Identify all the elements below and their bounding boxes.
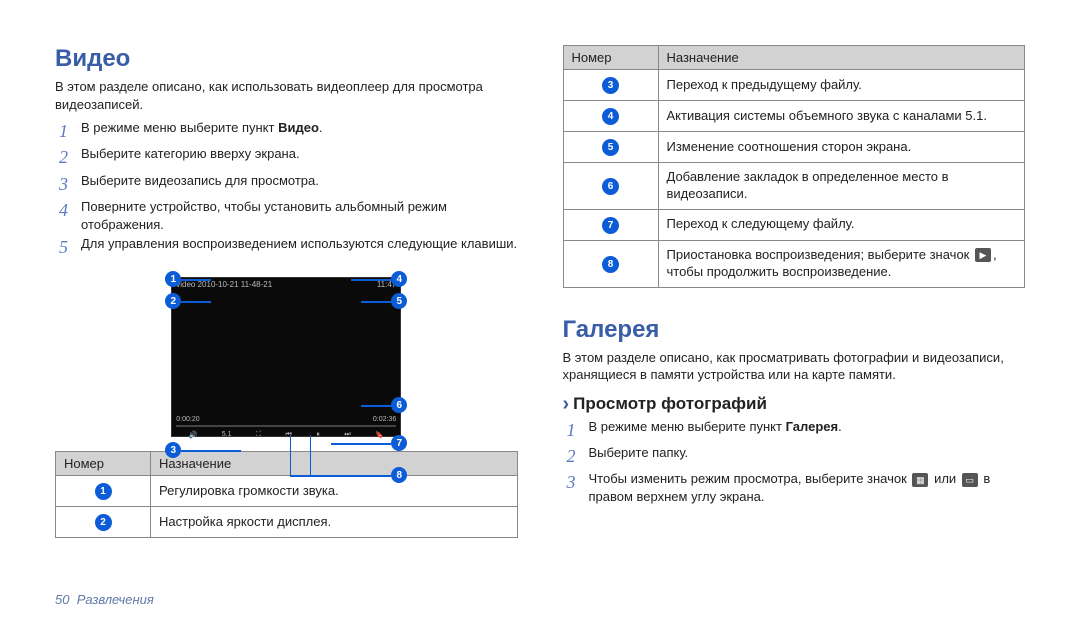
table-row: 6Добавление закладок в определенное мест… [563,163,1025,210]
step-text: Выберите папку. [589,444,689,462]
row-num: 1 [95,483,112,500]
gallery-heading: Галерея [563,316,1026,344]
callout-4: 4 [391,271,407,287]
chevron-icon: › [563,394,570,414]
srs-icon: 5.1 [222,431,232,439]
table-row: 3Переход к предыдущему файлу. [563,70,1025,101]
stack-icon: ▭ [962,473,978,487]
pause-icon: ⏸ [316,431,320,439]
right-column: Номер Назначение 3Переход к предыдущему … [563,45,1026,538]
page-number: 50 [55,592,69,607]
step-text: В режиме меню выберите пункт Видео. [81,119,323,137]
table-row: 5Изменение соотношения сторон экрана. [563,132,1025,163]
callout-6: 6 [391,397,407,413]
row-desc: Настройка яркости дисплея. [151,507,518,538]
step-text: В режиме меню выберите пункт Галерея. [589,418,842,436]
table-row: 8 Приостановка воспроизведения; выберите… [563,240,1025,287]
table-row: 1 Регулировка громкости звука. [56,476,518,507]
gallery-intro: В этом разделе описано, как просматриват… [563,349,1026,384]
grid-icon: ▦ [912,473,928,487]
th-desc: Назначение [151,452,518,476]
table-row: 4Активация системы объемного звука с кан… [563,101,1025,132]
screen-file-label: video 2010-10-21 11-48-21 [176,280,272,290]
row-desc: Регулировка громкости звука. [151,476,518,507]
gallery-steps: 1В режиме меню выберите пункт Галерея. 2… [563,418,1026,506]
step-text: Выберите категорию вверху экрана. [81,145,300,163]
aspect-icon: ⛶ [256,431,261,439]
screen-total: 0:02:36 [373,416,396,423]
row-num: 2 [95,514,112,531]
left-column: Видео В этом разделе описано, как исполь… [55,45,518,538]
video-intro: В этом разделе описано, как использовать… [55,78,518,113]
th-number: Номер [563,46,658,70]
play-icon: ▶ [975,248,991,262]
step-text: Поверните устройство, чтобы установить а… [81,198,518,233]
reference-table-right: Номер Назначение 3Переход к предыдущему … [563,45,1026,288]
th-number: Номер [56,452,151,476]
table-row: 7Переход к следующему файлу. [563,209,1025,240]
reference-table-left: Номер Назначение 1 Регулировка громкости… [55,451,518,538]
gallery-subheading: › Просмотр фотографий [563,394,1026,414]
video-heading: Видео [55,45,518,73]
next-icon: ⏭ [344,431,350,439]
th-desc: Назначение [658,46,1025,70]
footer-label: Развлечения [77,592,154,607]
video-steps: 1В режиме меню выберите пункт Видео. 2Вы… [55,119,518,259]
step-text: Чтобы изменить режим просмотра, выберите… [589,470,1026,505]
vol-icon: 🔊 [189,431,198,439]
screen-elapsed: 0:00:20 [176,416,199,423]
bookmark-icon: 🔖 [375,431,384,439]
table-row: 2 Настройка яркости дисплея. [56,507,518,538]
step-text: Для управления воспроизведением использу… [81,235,517,253]
page-footer: 50 Развлечения [55,592,154,607]
video-player-illustration: video 2010-10-21 11-48-21 11:47 0:00:20 … [141,277,431,437]
callout-5: 5 [391,293,407,309]
step-text: Выберите видеозапись для просмотра. [81,172,319,190]
callout-7: 7 [391,435,407,451]
